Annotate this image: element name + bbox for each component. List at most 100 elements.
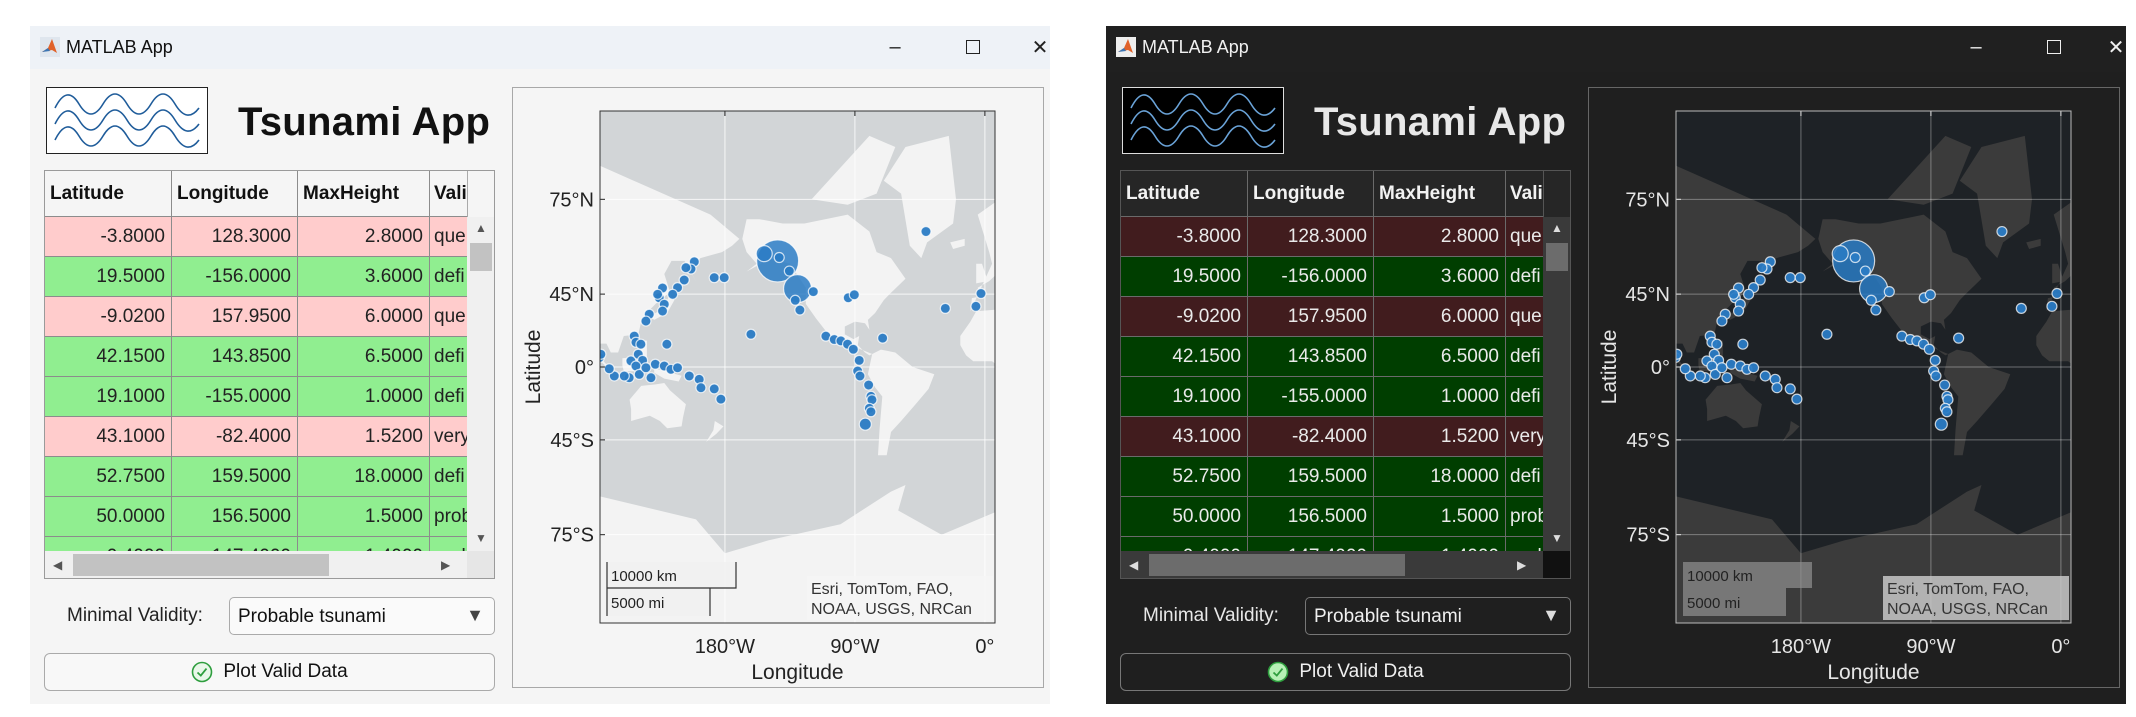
scatter-point[interactable] (1711, 338, 1723, 350)
maxheight-cell[interactable]: 2.8000 (298, 217, 430, 257)
scatter-point[interactable] (1716, 362, 1728, 374)
scatter-point[interactable] (1791, 393, 1803, 405)
maxheight-cell[interactable]: 6.0000 (1374, 297, 1506, 337)
close-button[interactable]: ✕ (2096, 32, 2126, 62)
scatter-point[interactable] (1924, 289, 1936, 301)
scatter-point[interactable] (1870, 304, 1882, 316)
scatter-point[interactable] (718, 272, 730, 284)
scatter-point[interactable] (1747, 362, 1760, 374)
scatter-point[interactable] (2015, 302, 2027, 314)
column-header-validity[interactable]: Vali (1506, 171, 1543, 217)
longitude-cell[interactable]: -82.4000 (1248, 417, 1374, 457)
scatter-point[interactable] (1883, 286, 1895, 298)
tsunami-data-table[interactable]: Latitude Longitude MaxHeight Vali -3.800… (1120, 170, 1571, 579)
longitude-cell[interactable]: -156.0000 (172, 257, 298, 297)
table-row[interactable]: 19.1000 -155.0000 1.0000 defi (45, 377, 467, 417)
scatter-point[interactable] (618, 370, 630, 382)
longitude-cell[interactable]: 128.3000 (1248, 217, 1374, 257)
latitude-cell[interactable]: 43.1000 (1121, 417, 1248, 457)
scatter-point[interactable] (975, 287, 987, 300)
validity-cell[interactable]: defi (1506, 337, 1543, 377)
validity-cell[interactable]: prob (430, 497, 467, 537)
scatter-point[interactable] (865, 406, 877, 418)
scroll-right-icon[interactable]: ▶ (441, 558, 450, 572)
scatter-point[interactable] (652, 288, 664, 300)
scatter-point[interactable] (970, 300, 982, 312)
latitude-cell[interactable]: -9.4000 (45, 537, 172, 551)
scatter-point[interactable] (680, 262, 692, 274)
minimize-button[interactable]: – (1946, 32, 2006, 62)
scatter-point[interactable] (848, 289, 860, 301)
maxheight-cell[interactable]: 3.6000 (298, 257, 430, 297)
scatter-point[interactable] (2046, 300, 2058, 312)
maxheight-cell[interactable]: 1.5200 (298, 417, 430, 457)
table-row[interactable]: 19.5000 -156.0000 3.6000 defi (45, 257, 467, 297)
scroll-left-icon[interactable]: ◀ (53, 558, 62, 572)
tsunami-geo-scatter[interactable]: 75°N 45°N 0° 45°S 75°S 180°W 90°W 0° 10000 km 500… (1589, 88, 2121, 689)
maxheight-cell[interactable]: 1.4000 (298, 537, 430, 551)
table-row[interactable]: 52.7500 159.5000 18.0000 defi (45, 457, 467, 497)
column-header-validity[interactable]: Vali (430, 171, 467, 217)
maxheight-cell[interactable]: 1.5000 (1374, 497, 1506, 537)
validity-cell[interactable]: que (430, 217, 467, 257)
scroll-down-icon[interactable]: ▼ (1551, 531, 1563, 545)
column-header-maxheight[interactable]: MaxHeight (1374, 171, 1506, 217)
vertical-scrollbar[interactable]: ▲ ▼ (467, 217, 494, 551)
scatter-point[interactable] (708, 272, 720, 284)
plot-valid-data-button[interactable]: Plot Valid Data (1120, 653, 1571, 691)
validity-cell[interactable]: que (1506, 297, 1543, 337)
scatter-point[interactable] (745, 328, 757, 340)
scatter-point[interactable] (2051, 287, 2063, 300)
longitude-cell[interactable]: 159.5000 (1248, 457, 1374, 497)
horizontal-scrollbar[interactable]: ◀ ▶ (45, 551, 467, 578)
scatter-point[interactable] (1716, 315, 1728, 327)
scatter-point[interactable] (755, 245, 773, 263)
scatter-point[interactable] (671, 362, 684, 374)
longitude-cell[interactable]: 159.5000 (172, 457, 298, 497)
maxheight-cell[interactable]: 6.5000 (1374, 337, 1506, 377)
latitude-cell[interactable]: 19.5000 (1121, 257, 1248, 297)
validity-cell[interactable]: very (1506, 417, 1543, 457)
scatter-point[interactable] (1831, 245, 1849, 263)
scroll-left-icon[interactable]: ◀ (1129, 558, 1138, 572)
validity-cell[interactable]: prob (1506, 497, 1543, 537)
latitude-cell[interactable]: 52.7500 (45, 457, 172, 497)
table-row[interactable]: -9.4000147.40001.4000prob (45, 537, 467, 551)
table-row[interactable]: 50.0000156.50001.5000prob (45, 497, 467, 537)
maxheight-cell[interactable]: 1.5000 (298, 497, 430, 537)
scroll-right-icon[interactable]: ▶ (1517, 558, 1526, 572)
scatter-point[interactable] (1737, 338, 1749, 350)
scatter-point[interactable] (783, 265, 795, 277)
longitude-cell[interactable]: -82.4000 (172, 417, 298, 457)
scatter-point[interactable] (1934, 417, 1948, 431)
maximize-button[interactable] (2024, 32, 2084, 62)
tsunami-data-table[interactable]: Latitude Longitude MaxHeight Vali -3.800… (44, 170, 495, 579)
scatter-point[interactable] (1939, 379, 1951, 391)
scatter-point[interactable] (939, 302, 951, 314)
column-header-longitude[interactable]: Longitude (1248, 171, 1374, 217)
validity-cell[interactable]: defi (430, 377, 467, 417)
longitude-cell[interactable]: 157.9500 (1248, 297, 1374, 337)
scatter-point[interactable] (1771, 382, 1783, 394)
latitude-cell[interactable]: 50.0000 (1121, 497, 1248, 537)
longitude-cell[interactable]: 156.5000 (172, 497, 298, 537)
validity-cell[interactable]: defi (430, 337, 467, 377)
table-row[interactable]: -3.8000 128.3000 2.8000 que (1121, 217, 1543, 257)
scatter-point[interactable] (1743, 288, 1755, 300)
scroll-up-icon[interactable]: ▲ (1551, 221, 1563, 235)
latitude-cell[interactable]: 43.1000 (45, 417, 172, 457)
scatter-point[interactable] (847, 343, 859, 355)
latitude-cell[interactable]: 52.7500 (1121, 457, 1248, 497)
scatter-point[interactable] (1784, 383, 1796, 395)
column-header-maxheight[interactable]: MaxHeight (298, 171, 430, 217)
scatter-point[interactable] (853, 354, 865, 366)
scatter-point[interactable] (1953, 332, 1965, 344)
scatter-point[interactable] (1672, 348, 1683, 360)
scatter-point[interactable] (649, 358, 661, 370)
scatter-point[interactable] (807, 286, 819, 298)
longitude-cell[interactable]: 147.4000 (172, 537, 298, 551)
vertical-scroll-thumb[interactable] (470, 243, 492, 271)
validity-cell[interactable]: defi (1506, 257, 1543, 297)
longitude-cell[interactable]: 143.8500 (172, 337, 298, 377)
scatter-point[interactable] (1721, 372, 1733, 384)
